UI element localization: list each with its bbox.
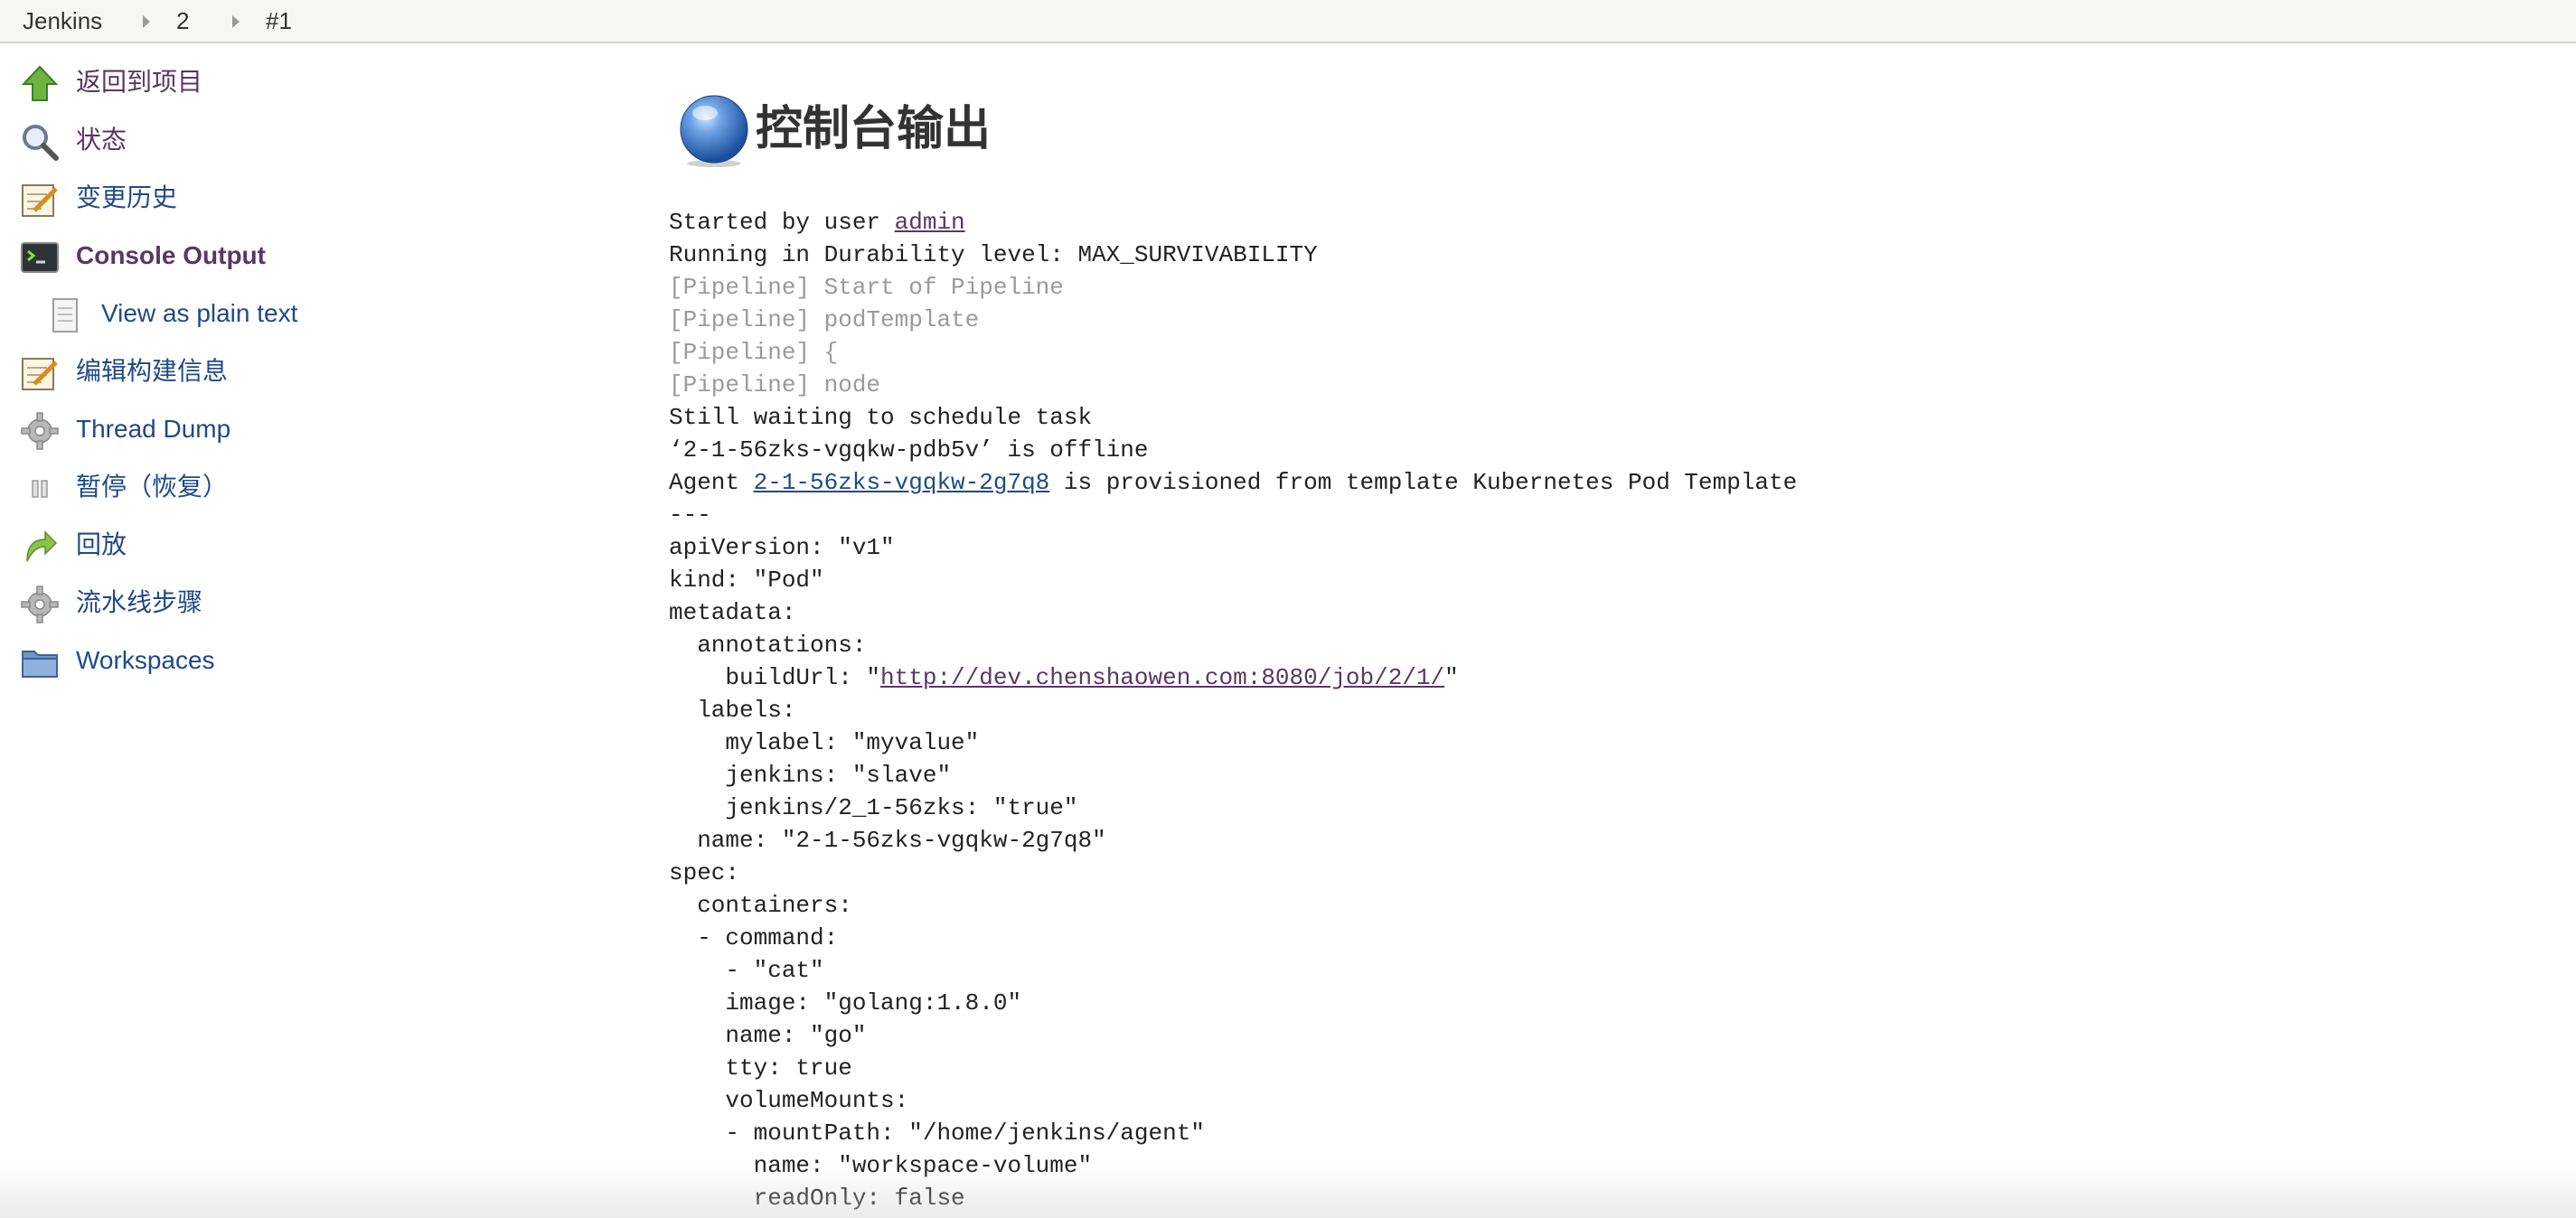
sidebar-item-label: 状态 <box>76 126 127 154</box>
sidebar-item-label: Thread Dump <box>76 415 231 443</box>
main-panel: 控制台输出 Started by user admin Running in Du… <box>669 43 2549 1218</box>
notepad-icon <box>22 358 58 390</box>
console-line: - command: <box>669 924 839 951</box>
console-line: Started by user admin <box>669 206 1797 239</box>
user-link[interactable]: admin <box>895 209 965 236</box>
console-line: buildUrl: "http://dev.chenshaowen.com:80… <box>669 661 1797 694</box>
console-line: Still waiting to schedule task <box>669 404 1093 431</box>
console-line: labels: <box>669 697 796 724</box>
console-line: mylabel: "myvalue" <box>669 729 980 756</box>
console-line: [Pipeline] Start of Pipeline <box>669 274 1064 301</box>
up-arrow-icon <box>21 65 59 101</box>
console-line: Running in Durability level: MAX_SURVIVA… <box>669 241 1318 268</box>
replay-arrow-icon <box>26 530 58 562</box>
breadcrumb-jenkins[interactable]: Jenkins <box>23 6 102 35</box>
console-line: [Pipeline] node <box>669 371 881 398</box>
console-line: name: "workspace-volume" <box>669 1152 1093 1179</box>
agent-link[interactable]: 2-1-56zks-vgqkw-2g7q8 <box>754 469 1050 496</box>
breadcrumb-build[interactable]: #1 <box>266 6 292 35</box>
sidebar-item-changes[interactable]: 变更历史 <box>20 174 562 221</box>
document-icon <box>52 298 78 333</box>
console-text: " <box>1444 664 1459 691</box>
breadcrumb-job[interactable]: 2 <box>176 6 189 35</box>
sidebar-item-label: 返回到项目 <box>76 68 203 96</box>
console-line: containers: <box>669 892 852 919</box>
sidebar-item-back-to-project[interactable]: 返回到项目 <box>20 59 562 106</box>
console-text: Started by user <box>669 209 895 236</box>
sidebar-item-pause-resume[interactable]: 暂停（恢复） <box>20 464 562 511</box>
notepad-icon <box>22 184 58 217</box>
sidebar-item-label: 变更历史 <box>76 183 178 211</box>
breadcrumb-separator-icon[interactable] <box>232 15 240 28</box>
terminal-icon <box>21 242 59 273</box>
console-line: [Pipeline] podTemplate <box>669 306 980 333</box>
console-line: [Pipeline] { <box>669 339 839 366</box>
console-line: --- <box>669 501 711 529</box>
console-line: kind: "Pod" <box>669 567 824 594</box>
console-line: Agent 2-1-56zks-vgqkw-2g7q8 is provision… <box>669 466 1797 499</box>
console-line: annotations: <box>669 632 867 659</box>
sidebar-item-edit-build-info[interactable]: 编辑构建信息 <box>20 348 562 395</box>
gear-icon <box>21 586 59 623</box>
console-output: Started by user admin Running in Durabili… <box>669 206 1797 1214</box>
console-line: tty: true <box>669 1054 852 1082</box>
console-line: volumeMounts: <box>669 1087 909 1114</box>
sidebar-item-label: View as plain text <box>101 299 298 327</box>
pause-icon <box>32 480 48 498</box>
sidebar-item-pipeline-steps[interactable]: 流水线步骤 <box>20 579 562 626</box>
breadcrumb-separator-icon[interactable] <box>143 15 150 28</box>
sidebar-item-label: Workspaces <box>76 646 215 674</box>
sidebar-item-label: 流水线步骤 <box>76 588 203 616</box>
sidebar-item-label: Console Output <box>76 241 266 269</box>
console-text: buildUrl: " <box>669 664 881 691</box>
sidebar-item-label: 暂停（恢复） <box>76 473 229 501</box>
console-text: is provisioned from template Kubernetes … <box>1049 469 1798 496</box>
search-icon <box>23 125 59 161</box>
console-line: ‘2-1-56zks-vgqkw-pdb5v’ is offline <box>669 436 1149 464</box>
console-line: readOnly: false <box>669 1185 965 1212</box>
console-line: apiVersion: "v1" <box>669 534 895 561</box>
sidebar-item-status[interactable]: 状态 <box>20 117 562 164</box>
console-line: name: "2-1-56zks-vgqkw-2g7q8" <box>669 827 1106 854</box>
sidebar-item-label: 编辑构建信息 <box>76 357 229 385</box>
sidebar-item-workspaces[interactable]: Workspaces <box>20 637 562 684</box>
sidebar-item-replay[interactable]: 回放 <box>20 521 562 568</box>
sidebar-item-view-plain-text[interactable]: View as plain text <box>45 290 588 337</box>
blue-ball-icon <box>680 95 748 167</box>
sidebar-item-label: 回放 <box>76 530 127 558</box>
gear-icon <box>21 412 59 450</box>
folder-icon <box>22 651 58 678</box>
page-title: 控制台输出 <box>756 103 992 155</box>
console-line: - mountPath: "/home/jenkins/agent" <box>669 1120 1205 1147</box>
console-text: Agent <box>669 469 754 496</box>
build-url-link[interactable]: http://dev.chenshaowen.com:8080/job/2/1/ <box>880 664 1444 691</box>
console-line: name: "go" <box>669 1022 867 1049</box>
console-line: jenkins/2_1-56zks: "true" <box>669 794 1078 821</box>
console-line: - "cat" <box>669 957 824 984</box>
breadcrumb: Jenkins 2 #1 <box>0 0 2576 43</box>
sidebar: 返回到项目 状态 变更历史 Console Output View as pla… <box>0 43 633 1218</box>
console-line: spec: <box>669 859 740 886</box>
sidebar-item-console-output[interactable]: Console Output <box>20 232 562 279</box>
console-line: jenkins: "slave" <box>669 762 952 789</box>
console-line: metadata: <box>669 599 796 626</box>
console-line: image: "golang:1.8.0" <box>669 989 1022 1017</box>
sidebar-item-thread-dump[interactable]: Thread Dump <box>20 406 562 453</box>
